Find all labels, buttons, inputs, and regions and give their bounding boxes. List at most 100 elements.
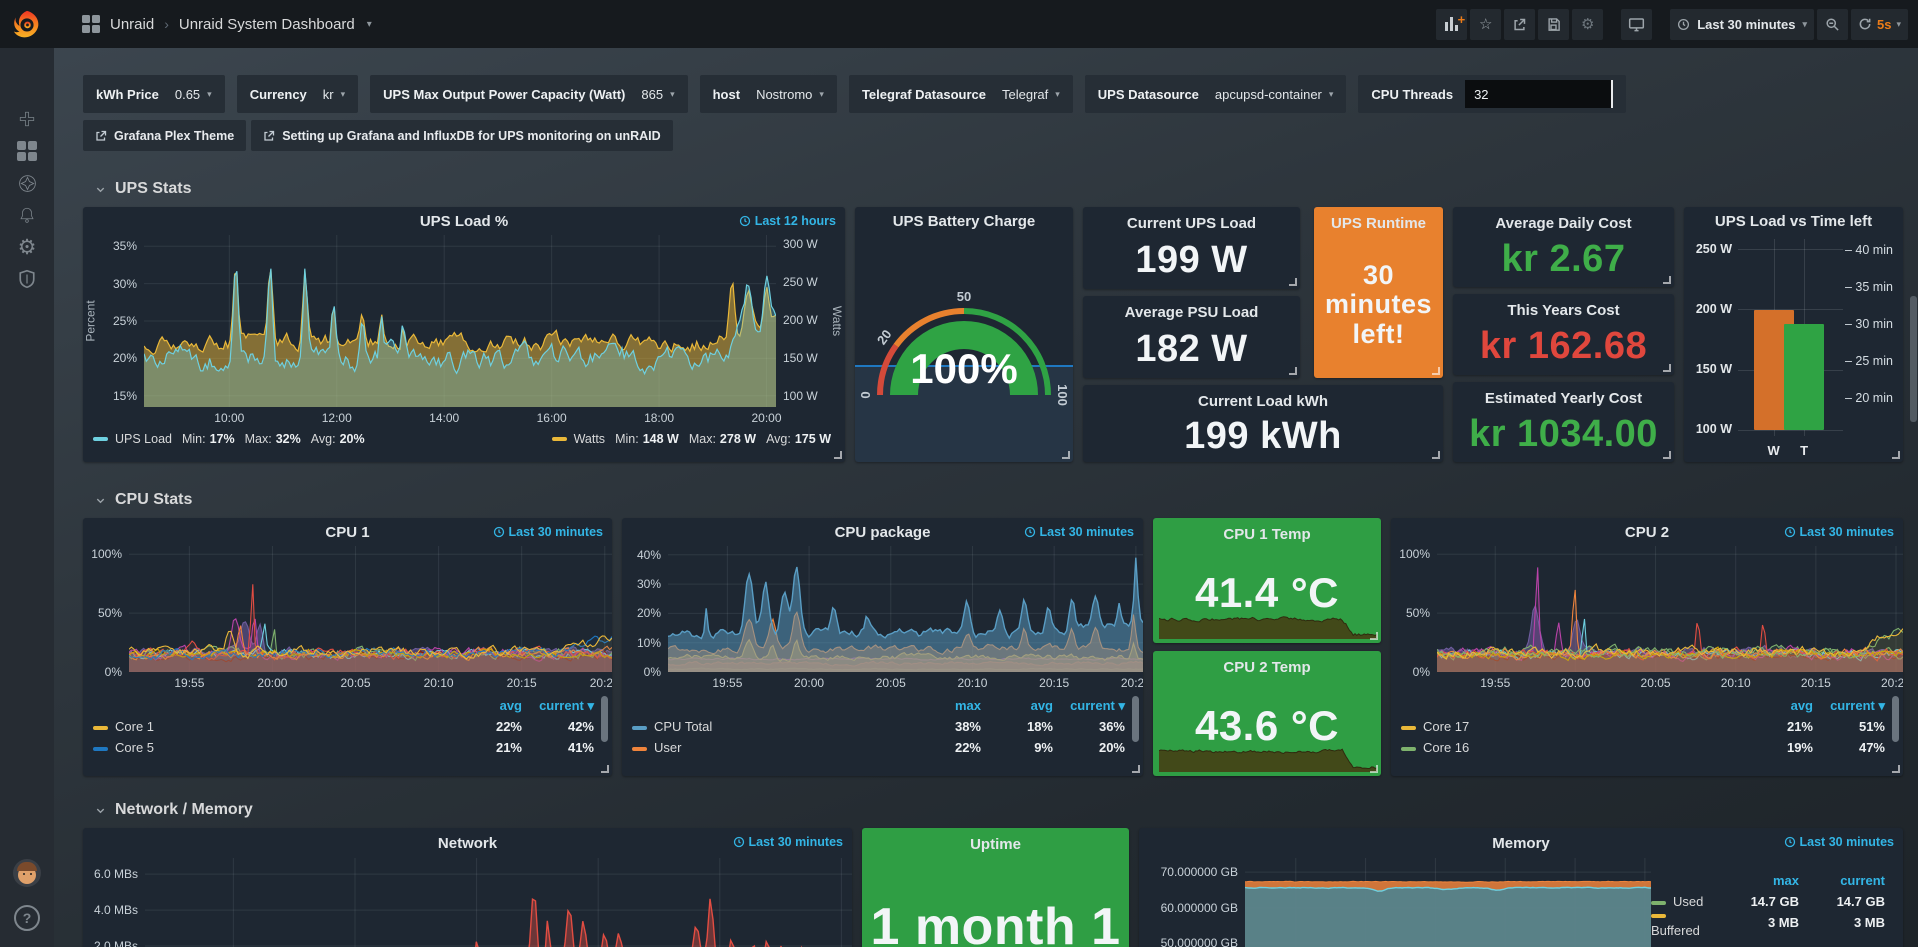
legend-row[interactable]: User22%9%20% bbox=[632, 737, 1125, 758]
panel-title[interactable]: Estimated Yearly Cost bbox=[1485, 390, 1642, 407]
panel-title[interactable]: UPS Runtime bbox=[1331, 215, 1426, 232]
sidebar-item-dashboards[interactable] bbox=[7, 136, 47, 166]
refresh-picker[interactable]: 5s ▾ bbox=[1851, 9, 1908, 40]
time-range-link[interactable]: Last 30 minutes bbox=[1784, 835, 1894, 849]
variable-value[interactable]: 865▾ bbox=[641, 87, 674, 102]
legend-column-header[interactable]: avg bbox=[981, 698, 1053, 713]
legend-column-header[interactable]: max bbox=[909, 698, 981, 713]
sidebar-item-configuration[interactable]: ⚙ bbox=[7, 232, 47, 262]
panel-title[interactable]: Average Daily Cost bbox=[1495, 215, 1631, 232]
stat-panel-current-ups-load: Current UPS Load 199 W bbox=[1083, 207, 1300, 289]
panel-title[interactable]: This Years Cost bbox=[1507, 302, 1619, 319]
variable-cpu-threads[interactable]: CPU Threads 32 bbox=[1358, 75, 1626, 113]
variable-currency[interactable]: Currency kr▾ bbox=[237, 75, 358, 113]
legend-row[interactable]: Core 122%42% bbox=[93, 716, 594, 737]
legend-value: 21% bbox=[1741, 719, 1813, 734]
sidebar-item-explore[interactable] bbox=[7, 168, 47, 198]
variable-ups-max-output[interactable]: UPS Max Output Power Capacity (Watt) 865… bbox=[370, 75, 687, 113]
variable-host[interactable]: host Nostromo▾ bbox=[700, 75, 837, 113]
time-range-link[interactable]: Last 30 minutes bbox=[1784, 525, 1894, 539]
variable-telegraf-datasource[interactable]: Telegraf Datasource Telegraf▾ bbox=[849, 75, 1073, 113]
panel-cpu-package-graph: CPU package Last 30 minutes 40%30%20%10%… bbox=[622, 518, 1143, 776]
variable-value[interactable]: Nostromo▾ bbox=[756, 87, 824, 102]
legend-row[interactable]: Core 1619%47% bbox=[1401, 737, 1885, 758]
panel-title[interactable]: Current Load kWh bbox=[1198, 393, 1328, 410]
cpu-threads-input[interactable]: 32 bbox=[1465, 80, 1613, 108]
panel-title[interactable]: Network bbox=[438, 835, 497, 852]
plot-row: 100%50%0% bbox=[83, 546, 612, 672]
legend-column-header[interactable]: avg bbox=[450, 698, 522, 713]
row-header-network-memory[interactable]: Network / Memory bbox=[95, 798, 1903, 822]
variable-value[interactable]: 0.65▾ bbox=[175, 87, 212, 102]
sidebar-item-server-admin[interactable] bbox=[7, 264, 47, 294]
legend-column-header[interactable]: current ▾ bbox=[1813, 698, 1885, 714]
legend-stat-label: Avg: bbox=[766, 432, 791, 446]
variable-value[interactable]: apcupsd-container▾ bbox=[1215, 87, 1334, 102]
avatar-hair bbox=[17, 862, 37, 871]
time-range-link[interactable]: Last 12 hours bbox=[739, 214, 836, 228]
page-scrollbar-thumb[interactable] bbox=[1910, 296, 1917, 422]
legend-column-header[interactable]: current bbox=[1799, 873, 1885, 888]
bell-icon bbox=[18, 206, 36, 224]
panel-title[interactable]: Uptime bbox=[970, 836, 1021, 853]
add-panel-button[interactable]: + bbox=[1436, 9, 1467, 40]
legend-item[interactable]: WattsMin:148 WMax:278 WAvg:175 W bbox=[552, 432, 831, 446]
dashboard-settings-button[interactable]: ⚙ bbox=[1572, 9, 1603, 40]
save-dashboard-button[interactable] bbox=[1538, 9, 1569, 40]
link-grafana-plex-theme[interactable]: Grafana Plex Theme bbox=[83, 120, 246, 151]
breadcrumb-dashboard-title[interactable]: Unraid System Dashboard bbox=[179, 16, 355, 33]
panel-title[interactable]: UPS Battery Charge bbox=[893, 213, 1036, 230]
link-ups-monitoring-guide[interactable]: Setting up Grafana and InfluxDB for UPS … bbox=[251, 120, 672, 151]
legend-row[interactable]: Buffered3 MB3 MB bbox=[1651, 912, 1885, 933]
legend-column-header[interactable]: current ▾ bbox=[522, 698, 594, 714]
user-avatar[interactable] bbox=[13, 859, 41, 887]
network-memory-row: Network Last 30 minutes 6.0 MBs4.0 MBs2.… bbox=[83, 828, 1903, 947]
panel-title[interactable]: Memory bbox=[1492, 835, 1550, 852]
panel-title[interactable]: CPU 2 bbox=[1625, 524, 1669, 541]
stat-value: kr 1034.00 bbox=[1469, 407, 1658, 462]
row-header-ups-stats[interactable]: UPS Stats bbox=[95, 177, 1903, 201]
sidebar-item-create[interactable] bbox=[7, 104, 47, 134]
panel-title[interactable]: CPU 1 Temp bbox=[1223, 526, 1310, 543]
panel-title[interactable]: CPU package bbox=[835, 524, 931, 541]
row-header-cpu-stats[interactable]: CPU Stats bbox=[95, 488, 1903, 512]
star-dashboard-button[interactable]: ☆ bbox=[1470, 9, 1501, 40]
time-range-picker[interactable]: Last 30 minutes ▾ bbox=[1670, 9, 1814, 40]
legend-scrollbar-thumb[interactable] bbox=[1892, 696, 1899, 742]
apps-grid-icon[interactable] bbox=[82, 15, 100, 33]
panel-title[interactable]: UPS Load % bbox=[420, 213, 508, 230]
zoom-out-time-button[interactable] bbox=[1817, 9, 1848, 40]
time-range-link[interactable]: Last 30 minutes bbox=[1024, 525, 1134, 539]
panel-title[interactable]: UPS Load vs Time left bbox=[1715, 213, 1872, 230]
variable-ups-datasource[interactable]: UPS Datasource apcupsd-container▾ bbox=[1085, 75, 1347, 113]
help-button[interactable]: ? bbox=[14, 905, 40, 931]
sidebar-item-alerting[interactable] bbox=[7, 200, 47, 230]
variable-kwh-price[interactable]: kWh Price 0.65▾ bbox=[83, 75, 225, 113]
panel-title[interactable]: Average PSU Load bbox=[1125, 304, 1259, 321]
bar-T bbox=[1784, 324, 1824, 429]
legend-scrollbar-thumb[interactable] bbox=[1132, 696, 1139, 742]
legend-row[interactable]: Core 1721%51% bbox=[1401, 716, 1885, 737]
grafana-logo[interactable] bbox=[0, 9, 54, 39]
variable-value[interactable]: Telegraf▾ bbox=[1002, 87, 1060, 102]
panel-title[interactable]: CPU 1 bbox=[325, 524, 369, 541]
breadcrumb-folder[interactable]: Unraid bbox=[110, 16, 154, 33]
legend-item[interactable]: UPS LoadMin:17%Max:32%Avg:20% bbox=[93, 432, 365, 446]
legend-series-name: Watts bbox=[574, 432, 605, 446]
legend-row[interactable]: CPU Total38%18%36% bbox=[632, 716, 1125, 737]
legend-column-header[interactable]: max bbox=[1713, 873, 1799, 888]
legend-scrollbar-thumb[interactable] bbox=[601, 696, 608, 742]
legend-column-header[interactable]: current ▾ bbox=[1053, 698, 1125, 714]
time-range-link[interactable]: Last 30 minutes bbox=[493, 525, 603, 539]
chevron-down-icon[interactable]: ▾ bbox=[367, 19, 372, 30]
panel-title[interactable]: CPU 2 Temp bbox=[1223, 659, 1310, 676]
cost-stat-column: Average Daily Cost kr 2.67 This Years Co… bbox=[1453, 207, 1674, 462]
legend-column-header[interactable]: avg bbox=[1741, 698, 1813, 713]
stat-panel-ups-runtime: UPS Runtime 30 minutes left! bbox=[1314, 207, 1443, 378]
legend-row[interactable]: Core 521%41% bbox=[93, 737, 594, 758]
variable-value[interactable]: kr▾ bbox=[323, 87, 345, 102]
time-range-link[interactable]: Last 30 minutes bbox=[733, 835, 843, 849]
cycle-view-mode-button[interactable] bbox=[1621, 9, 1652, 40]
share-dashboard-button[interactable] bbox=[1504, 9, 1535, 40]
panel-title[interactable]: Current UPS Load bbox=[1127, 215, 1256, 232]
